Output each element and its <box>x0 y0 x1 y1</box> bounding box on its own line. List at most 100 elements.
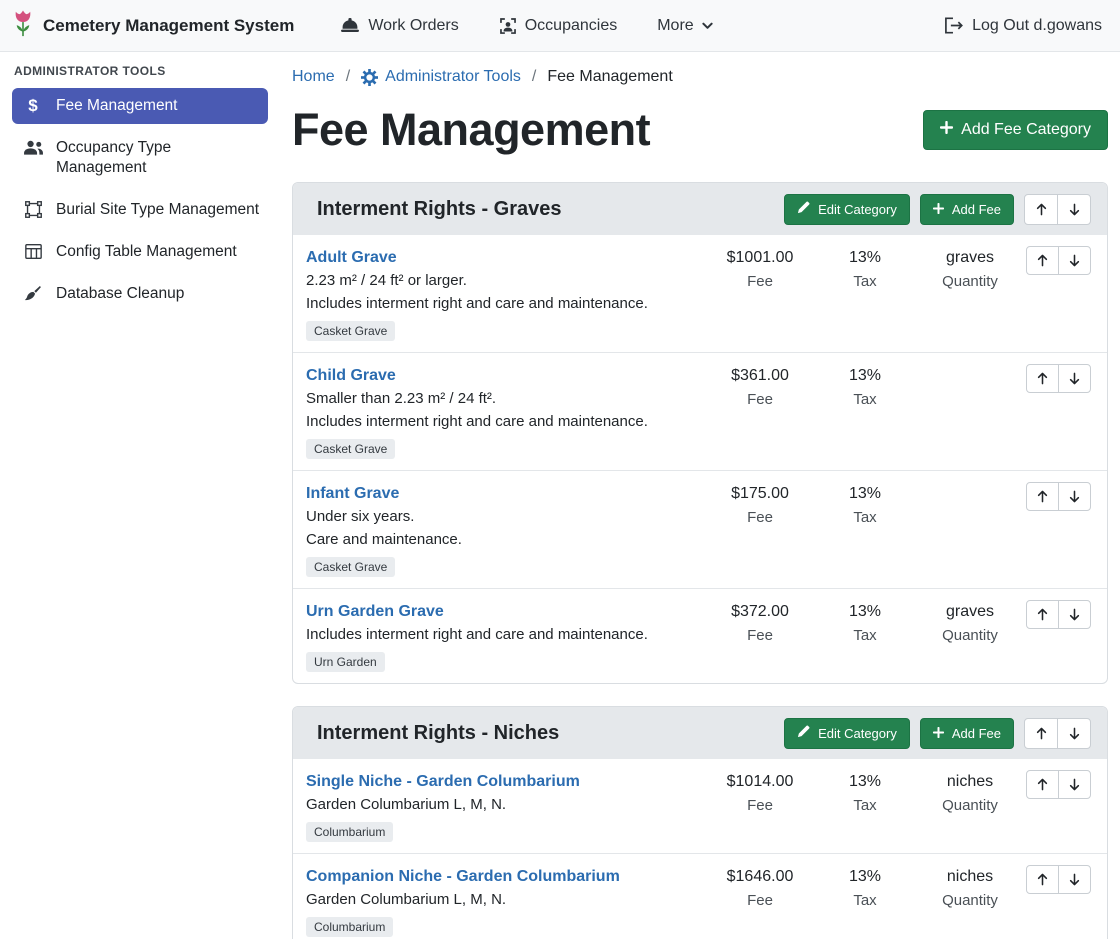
fee-info: Infant Grave Under six years. Care and m… <box>306 482 704 577</box>
breadcrumb-admin-tools-link[interactable]: Administrator Tools <box>361 66 521 88</box>
nav-work-orders[interactable]: Work Orders <box>340 17 458 35</box>
category-header: Interment Rights - Graves Edit Category … <box>293 183 1107 235</box>
fee-description-line-1: Smaller than 2.23 m² / 24 ft². <box>306 387 696 410</box>
quantity-column: graves Quantity <box>914 600 1026 646</box>
sidebar-item-database-cleanup[interactable]: Database Cleanup <box>12 276 268 312</box>
fee-category-card: Interment Rights - Niches Edit Category … <box>292 706 1108 939</box>
app-brand[interactable]: Cemetery Management System <box>12 10 294 42</box>
edit-category-button[interactable]: Edit Category <box>784 718 910 749</box>
fee-description-line-2: Includes interment right and care and ma… <box>306 410 696 433</box>
tax-label: Tax <box>816 271 914 292</box>
plus-icon <box>933 202 944 217</box>
pencil-icon <box>797 201 810 217</box>
category-reorder-buttons <box>1024 718 1091 749</box>
move-fee-up-button[interactable] <box>1026 482 1059 511</box>
move-category-up-button[interactable] <box>1024 194 1058 225</box>
sidebar-item-occupancy-type-management[interactable]: Occupancy Type Management <box>12 130 268 186</box>
logout-button[interactable]: Log Out d.gowans <box>944 17 1102 35</box>
fee-description-line-1: Includes interment right and care and ma… <box>306 623 696 646</box>
fee-amount-column: $1001.00 Fee <box>704 246 816 292</box>
move-fee-down-button[interactable] <box>1058 770 1091 799</box>
sidebar-item-label: Burial Site Type Management <box>56 200 259 220</box>
fee-tag: Urn Garden <box>306 652 385 672</box>
plus-icon <box>940 121 953 139</box>
fee-info: Single Niche - Garden Columbarium Garden… <box>306 770 704 842</box>
quantity-column: graves Quantity <box>914 246 1026 292</box>
fee-reorder-buttons <box>1026 865 1091 894</box>
move-category-down-button[interactable] <box>1057 194 1091 225</box>
page-title: Fee Management <box>292 102 650 158</box>
nav-occupancies[interactable]: Occupancies <box>499 17 618 35</box>
fee-name-link[interactable]: Adult Grave <box>306 246 397 269</box>
quantity-label: Quantity <box>914 271 1026 292</box>
pencil-icon <box>797 725 810 741</box>
move-fee-up-button[interactable] <box>1026 600 1059 629</box>
fee-amount: $1014.00 <box>704 770 816 793</box>
fee-info: Adult Grave 2.23 m² / 24 ft² or larger. … <box>306 246 704 341</box>
breadcrumb-separator: / <box>532 66 536 88</box>
fee-name-link[interactable]: Companion Niche - Garden Columbarium <box>306 865 620 888</box>
tax-column: 13% Tax <box>816 865 914 911</box>
breadcrumb-separator: / <box>346 66 350 88</box>
fee-rows: Single Niche - Garden Columbarium Garden… <box>293 759 1107 939</box>
quantity-column <box>914 364 1026 366</box>
fee-name-link[interactable]: Infant Grave <box>306 482 399 505</box>
quantity-label: Quantity <box>914 795 1026 816</box>
tax-value: 13% <box>816 600 914 623</box>
fee-label: Fee <box>704 389 816 410</box>
nav-label: Occupancies <box>525 17 618 35</box>
quantity-column: niches Quantity <box>914 770 1026 816</box>
move-fee-down-button[interactable] <box>1058 482 1091 511</box>
fee-name-link[interactable]: Child Grave <box>306 364 396 387</box>
fee-tag: Casket Grave <box>306 557 395 577</box>
move-fee-down-button[interactable] <box>1058 600 1091 629</box>
sidebar-item-burial-site-type-management[interactable]: Burial Site Type Management <box>12 192 268 228</box>
fee-row: Companion Niche - Garden Columbarium Gar… <box>293 854 1107 939</box>
category-header: Interment Rights - Niches Edit Category … <box>293 707 1107 759</box>
add-fee-button[interactable]: Add Fee <box>920 194 1014 225</box>
add-fee-button[interactable]: Add Fee <box>920 718 1014 749</box>
nav-more[interactable]: More <box>657 17 712 35</box>
fee-reorder-buttons <box>1026 364 1091 393</box>
tax-label: Tax <box>816 890 914 911</box>
tax-value: 13% <box>816 770 914 793</box>
move-fee-down-button[interactable] <box>1058 364 1091 393</box>
sidebar-item-fee-management[interactable]: $ Fee Management <box>12 88 268 124</box>
fee-amount: $175.00 <box>704 482 816 505</box>
fee-row: Adult Grave 2.23 m² / 24 ft² or larger. … <box>293 235 1107 353</box>
fee-amount: $1001.00 <box>704 246 816 269</box>
breadcrumb: Home / Administrator T <box>292 66 1108 88</box>
move-fee-up-button[interactable] <box>1026 865 1059 894</box>
brand-title: Cemetery Management System <box>43 16 294 36</box>
move-fee-up-button[interactable] <box>1026 770 1059 799</box>
table-icon <box>22 243 44 260</box>
sidebar-item-config-table-management[interactable]: Config Table Management <box>12 234 268 270</box>
move-fee-down-button[interactable] <box>1058 246 1091 275</box>
tax-label: Tax <box>816 795 914 816</box>
sidebar-item-label: Fee Management <box>56 96 178 116</box>
move-fee-up-button[interactable] <box>1026 364 1059 393</box>
move-fee-down-button[interactable] <box>1058 865 1091 894</box>
dollar-icon: $ <box>22 97 44 115</box>
fee-description-line-2: Care and maintenance. <box>306 528 696 551</box>
move-category-up-button[interactable] <box>1024 718 1058 749</box>
edit-category-button[interactable]: Edit Category <box>784 194 910 225</box>
fee-name-link[interactable]: Urn Garden Grave <box>306 600 444 623</box>
breadcrumb-home-link[interactable]: Home <box>292 66 335 88</box>
fee-row: Urn Garden Grave Includes interment righ… <box>293 589 1107 683</box>
people-icon <box>22 139 44 156</box>
tax-label: Tax <box>816 625 914 646</box>
fee-label: Fee <box>704 795 816 816</box>
fee-row: Child Grave Smaller than 2.23 m² / 24 ft… <box>293 353 1107 471</box>
fee-rows: Adult Grave 2.23 m² / 24 ft² or larger. … <box>293 235 1107 683</box>
fee-categories: Interment Rights - Graves Edit Category … <box>292 182 1108 939</box>
move-fee-up-button[interactable] <box>1026 246 1059 275</box>
quantity-unit: niches <box>914 770 1026 793</box>
add-fee-category-button[interactable]: Add Fee Category <box>923 110 1108 150</box>
fee-tag: Columbarium <box>306 917 393 937</box>
sidebar-item-label: Database Cleanup <box>56 284 184 304</box>
fee-name-link[interactable]: Single Niche - Garden Columbarium <box>306 770 580 793</box>
quantity-column: niches Quantity <box>914 865 1026 911</box>
quantity-unit: graves <box>914 600 1026 623</box>
move-category-down-button[interactable] <box>1057 718 1091 749</box>
